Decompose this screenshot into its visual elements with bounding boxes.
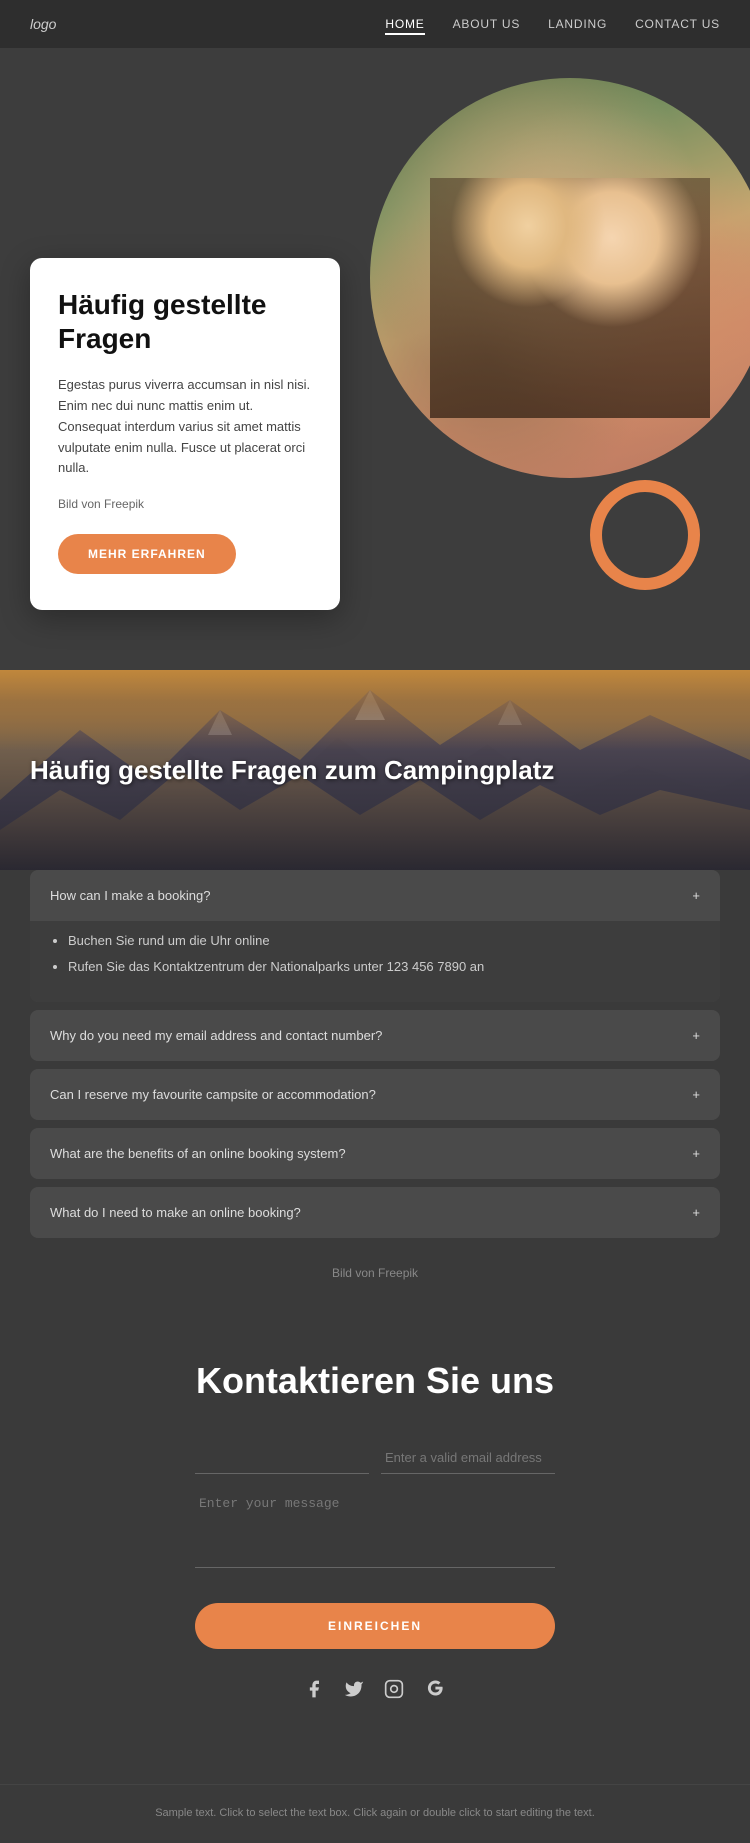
faq-attribution: Bild von Freepik: [30, 1246, 720, 1290]
nav-link-home[interactable]: HOME: [385, 17, 424, 35]
submit-button[interactable]: EINREICHEN: [195, 1603, 555, 1649]
faq-header-2[interactable]: Why do you need my email address and con…: [30, 1010, 720, 1061]
faq-section: How can I make a booking? + Buchen Sie r…: [0, 870, 750, 1310]
faq-icon-2: +: [692, 1029, 700, 1042]
name-input[interactable]: [195, 1442, 369, 1474]
nav-item-home[interactable]: HOME: [385, 15, 424, 33]
navigation: logo HOME ABOUT US LANDING CONTACT US: [0, 0, 750, 48]
nav-link-landing[interactable]: LANDING: [548, 17, 607, 31]
faq-answer-1-1: Buchen Sie rund um die Uhr online: [68, 931, 700, 951]
footer-text: Sample text. Click to select the text bo…: [30, 1805, 720, 1823]
nav-item-landing[interactable]: LANDING: [548, 15, 607, 33]
nav-logo: logo: [30, 16, 56, 32]
faq-question-2: Why do you need my email address and con…: [50, 1028, 382, 1043]
hero-card: Häufig gestellte Fragen Egestas purus vi…: [30, 258, 340, 610]
hero-section: Häufig gestellte Fragen Egestas purus vi…: [0, 48, 750, 670]
hero-cta-button[interactable]: MEHR ERFAHREN: [58, 534, 236, 574]
faq-question-3: Can I reserve my favourite campsite or a…: [50, 1087, 376, 1102]
googleplus-icon[interactable]: [424, 1679, 446, 1704]
mountain-banner: Häufig gestellte Fragen zum Campingplatz: [0, 670, 750, 870]
faq-item-3: Can I reserve my favourite campsite or a…: [30, 1069, 720, 1120]
faq-icon-3: +: [692, 1088, 700, 1101]
decorative-circle: [590, 480, 700, 590]
faq-body-1: Buchen Sie rund um die Uhr online Rufen …: [30, 921, 720, 1002]
facebook-icon[interactable]: [304, 1679, 324, 1704]
footer: Sample text. Click to select the text bo…: [0, 1784, 750, 1843]
nav-item-contact[interactable]: CONTACT US: [635, 15, 720, 33]
faq-header-4[interactable]: What are the benefits of an online booki…: [30, 1128, 720, 1179]
message-textarea[interactable]: [195, 1488, 555, 1568]
faq-header-1[interactable]: How can I make a booking? +: [30, 870, 720, 921]
hero-attribution-link[interactable]: Freepik: [104, 497, 144, 511]
faq-icon-4: +: [692, 1147, 700, 1160]
email-input[interactable]: [381, 1442, 555, 1474]
nav-link-contact[interactable]: CONTACT US: [635, 17, 720, 31]
social-icons: [30, 1679, 720, 1704]
faq-item-4: What are the benefits of an online booki…: [30, 1128, 720, 1179]
faq-item-1: How can I make a booking? + Buchen Sie r…: [30, 870, 720, 1002]
faq-icon-1: +: [692, 889, 700, 902]
faq-question-5: What do I need to make an online booking…: [50, 1205, 301, 1220]
form-row-top: [195, 1442, 555, 1474]
twitter-icon[interactable]: [344, 1679, 364, 1704]
contact-section: Kontaktieren Sie uns EINREICHEN: [0, 1310, 750, 1784]
instagram-icon[interactable]: [384, 1679, 404, 1704]
faq-icon-5: +: [692, 1206, 700, 1219]
faq-question-4: What are the benefits of an online booki…: [50, 1146, 346, 1161]
hero-attribution: Bild von Freepik: [58, 495, 312, 514]
faq-item-2: Why do you need my email address and con…: [30, 1010, 720, 1061]
contact-form: EINREICHEN: [195, 1442, 555, 1679]
faq-attribution-link[interactable]: Freepik: [378, 1266, 418, 1280]
nav-item-about[interactable]: ABOUT US: [453, 15, 521, 33]
contact-title: Kontaktieren Sie uns: [30, 1360, 720, 1402]
hero-title: Häufig gestellte Fragen: [58, 288, 312, 355]
nav-link-about[interactable]: ABOUT US: [453, 17, 521, 31]
faq-answer-1-2: Rufen Sie das Kontaktzentrum der Nationa…: [68, 957, 700, 977]
hero-description: Egestas purus viverra accumsan in nisl n…: [58, 375, 312, 479]
faq-header-3[interactable]: Can I reserve my favourite campsite or a…: [30, 1069, 720, 1120]
hero-image: [370, 78, 750, 478]
banner-title: Häufig gestellte Fragen zum Campingplatz: [30, 755, 554, 786]
faq-question-1: How can I make a booking?: [50, 888, 210, 903]
nav-links: HOME ABOUT US LANDING CONTACT US: [385, 15, 720, 33]
faq-header-5[interactable]: What do I need to make an online booking…: [30, 1187, 720, 1238]
faq-item-5: What do I need to make an online booking…: [30, 1187, 720, 1238]
